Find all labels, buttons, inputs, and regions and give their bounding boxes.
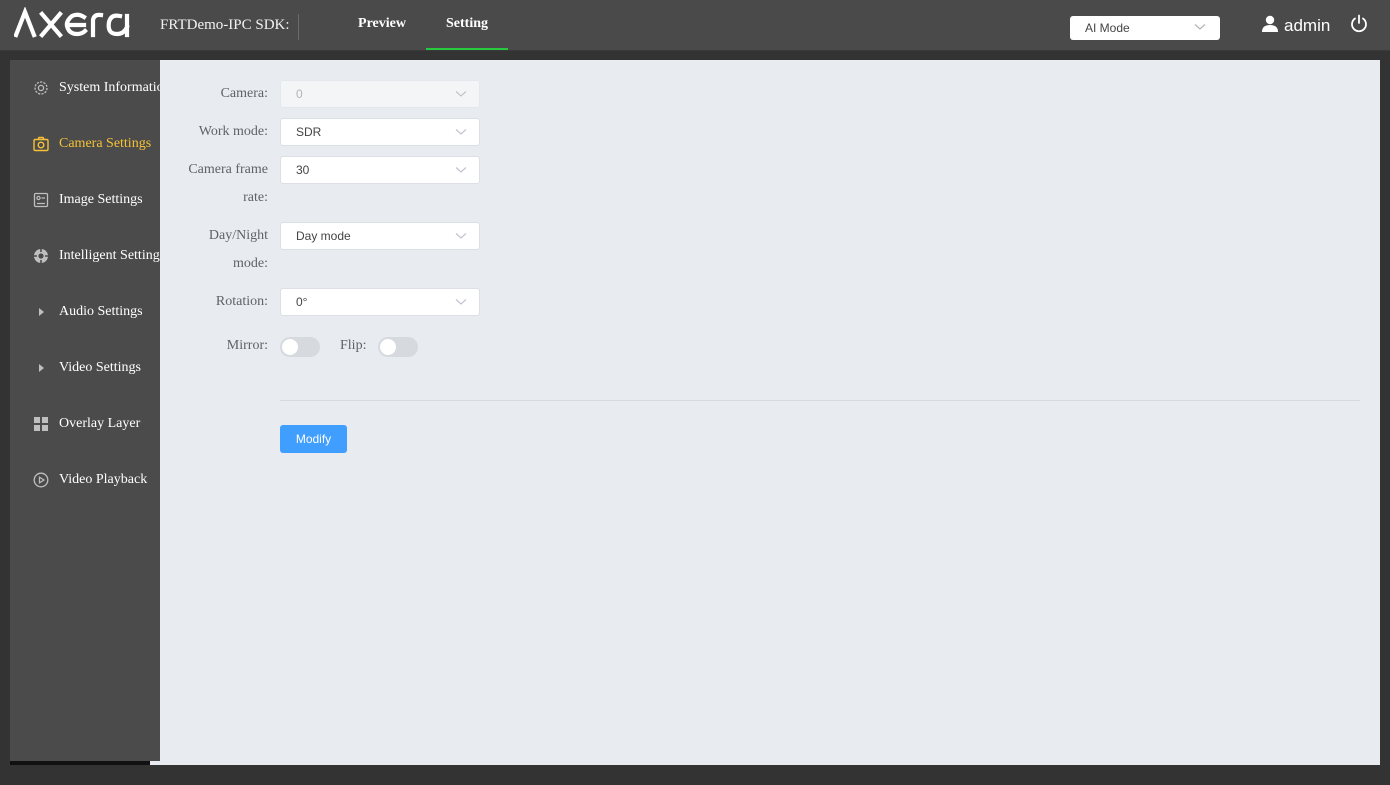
sidebar-item-label: Camera Settings	[59, 136, 152, 151]
work-mode-label: Work mode:	[198, 124, 268, 139]
frame-rate-label: Camera frame rate:	[158, 156, 268, 212]
chevron-down-icon	[1194, 24, 1206, 30]
intelligent-icon	[33, 248, 49, 264]
sidebar-item-camera-settings[interactable]: Camera Settings	[10, 116, 160, 172]
day-night-label: Day/Night mode:	[158, 222, 268, 278]
camera-settings-panel: Camera: 0 Work mode: SDR Camera frame ra…	[160, 60, 1380, 765]
rotation-select[interactable]: 0°	[280, 288, 480, 316]
frame-rate-label-line1: Camera frame	[188, 162, 268, 177]
tab-preview[interactable]: Preview	[346, 0, 418, 50]
flip-label: Flip:	[340, 338, 367, 353]
frame-rate-select-value: 30	[296, 163, 310, 177]
rotation-select-value: 0°	[296, 295, 308, 309]
form-divider	[280, 400, 1360, 401]
user-icon	[1262, 15, 1278, 32]
work-mode-select-value: SDR	[296, 125, 322, 139]
sidebar-item-label: Video Settings	[59, 360, 141, 375]
sidebar-item-overlay-layer[interactable]: Overlay Layer	[10, 396, 160, 452]
day-night-label-line2: mode:	[233, 256, 268, 271]
mode-select[interactable]: AI Mode	[1070, 16, 1220, 40]
mirror-label: Mirror:	[226, 338, 268, 353]
sidebar-item-image-settings[interactable]: Image Settings	[10, 172, 160, 228]
chevron-down-icon	[455, 167, 467, 173]
caret-right-icon	[39, 364, 44, 372]
sidebar-item-audio-settings[interactable]: Audio Settings	[10, 284, 160, 340]
top-bar: FRTDemo-IPC SDK: Preview Setting AI Mode…	[0, 0, 1390, 51]
sidebar-scrollbar[interactable]	[10, 761, 150, 765]
chevron-down-icon	[455, 129, 467, 135]
sidebar-item-label: Overlay Layer	[59, 416, 141, 431]
sidebar-item-label: Image Settings	[59, 192, 143, 207]
sidebar-item-label: Audio Settings	[59, 304, 143, 319]
power-icon[interactable]	[1349, 14, 1369, 34]
sidebar-item-video-playback[interactable]: Video Playback	[10, 452, 160, 508]
frame-rate-label-line2: rate:	[243, 190, 268, 205]
axera-logo	[14, 7, 130, 38]
chevron-down-icon	[455, 233, 467, 239]
camera-select: 0	[280, 80, 480, 108]
chevron-down-icon	[455, 299, 467, 305]
sidebar-item-video-settings[interactable]: Video Settings	[10, 340, 160, 396]
sidebar-item-label: System Information	[59, 80, 160, 95]
sidebar-item-label: Video Playback	[59, 472, 148, 487]
mode-select-value: AI Mode	[1085, 21, 1130, 35]
chevron-down-icon	[455, 91, 467, 97]
sidebar-item-label: Intelligent Settings	[59, 248, 160, 263]
modify-button[interactable]: Modify	[280, 425, 347, 453]
tab-setting[interactable]: Setting	[426, 0, 508, 50]
caret-right-icon	[39, 308, 44, 316]
sidebar: System Information Camera Settings Image…	[10, 60, 160, 761]
day-night-select-value: Day mode	[296, 229, 351, 243]
image-settings-icon	[33, 192, 49, 208]
camera-label: Camera:	[220, 86, 268, 101]
work-mode-select[interactable]: SDR	[280, 118, 480, 146]
grid-icon	[34, 417, 48, 431]
gear-icon	[34, 81, 48, 95]
sidebar-item-intelligent-settings[interactable]: Intelligent Settings	[10, 228, 160, 284]
mirror-switch[interactable]	[280, 337, 320, 357]
sidebar-item-system-information[interactable]: System Information	[10, 60, 160, 116]
day-night-select[interactable]: Day mode	[280, 222, 480, 250]
rotation-label: Rotation:	[215, 294, 268, 309]
camera-icon	[33, 136, 49, 152]
play-circle-icon	[33, 472, 49, 488]
username[interactable]: admin	[1284, 15, 1330, 37]
camera-select-value: 0	[296, 87, 303, 101]
frame-rate-select[interactable]: 30	[280, 156, 480, 184]
product-name: FRTDemo-IPC SDK:	[160, 14, 299, 40]
flip-switch[interactable]	[378, 337, 418, 357]
sidebar-corner	[150, 761, 160, 765]
day-night-label-line1: Day/Night	[208, 228, 268, 243]
